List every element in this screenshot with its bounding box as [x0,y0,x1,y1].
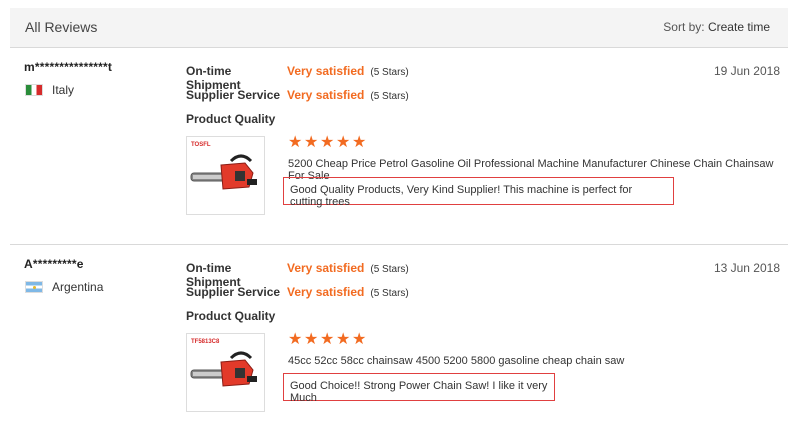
star-icon: ★ [288,331,303,348]
product-thumbnail[interactable]: TOSFL [186,136,265,215]
rating-product-quality: Product Quality [186,112,287,126]
rating-stars-text: (5 Stars) [370,67,409,78]
chainsaw-icon [190,154,257,190]
chainsaw-icon [190,351,257,387]
product-name-link[interactable]: 45cc 52cc 58cc chainsaw 4500 5200 5800 g… [288,355,624,367]
rating-stars-text: (5 Stars) [370,288,409,299]
review-comment: Good Quality Products, Very Kind Supplie… [283,177,674,208]
rating-label: Supplier Service [186,88,281,102]
product-brand: TOSFL [191,142,211,148]
product-star-rating: ★ ★ ★ ★ ★ [288,331,367,348]
reviewer-name: A*********e [24,257,84,271]
reviews-header: All Reviews Sort by: Create time [10,8,788,48]
rating-value: Very satisfied [287,88,365,102]
rating-value: Very satisfied [287,64,365,78]
rating-supplier-service: Supplier Service Very satisfied (5 Stars… [186,285,409,299]
review-comment: Good Choice!! Strong Power Chain Saw! I … [283,373,555,404]
reviews-title: All Reviews [25,19,98,35]
product-brand: TF5813C8 [191,339,220,345]
rating-stars-text: (5 Stars) [370,264,409,275]
product-star-rating: ★ ★ ★ ★ ★ [288,134,367,151]
star-icon: ★ [304,331,319,348]
star-icon: ★ [304,134,319,151]
reviewer-country: Argentina [25,280,103,294]
sort-value[interactable]: Create time [708,20,770,34]
country-name: Italy [52,83,75,97]
star-icon: ★ [320,134,335,151]
star-icon: ★ [336,331,351,348]
reviewer-name: m***************t [24,60,113,74]
reviewer-country: Italy [25,83,74,97]
sort-control[interactable]: Sort by: Create time [663,20,770,34]
star-icon: ★ [336,134,351,151]
italy-flag-icon [25,84,43,96]
country-name: Argentina [52,280,104,294]
rating-label: Product Quality [186,309,276,323]
rating-stars-text: (5 Stars) [370,91,409,102]
argentina-flag-icon [25,281,43,293]
rating-value: Very satisfied [287,261,365,275]
star-icon: ★ [352,331,367,348]
rating-label: Supplier Service [186,285,281,299]
star-icon: ★ [352,134,367,151]
star-icon: ★ [320,331,335,348]
rating-supplier-service: Supplier Service Very satisfied (5 Stars… [186,88,409,102]
review-item: A*********e Argentina 13 Jun 2018 On-tim… [10,247,788,429]
review-date: 19 Jun 2018 [713,64,780,78]
rating-product-quality: Product Quality [186,309,287,323]
sort-label: Sort by: [663,20,705,34]
rating-label: Product Quality [186,112,276,126]
review-date: 13 Jun 2018 [713,261,780,275]
product-thumbnail[interactable]: TF5813C8 [186,333,265,412]
star-icon: ★ [288,134,303,151]
rating-value: Very satisfied [287,285,365,299]
review-item: m***************t Italy 19 Jun 2018 On-t… [10,50,788,245]
